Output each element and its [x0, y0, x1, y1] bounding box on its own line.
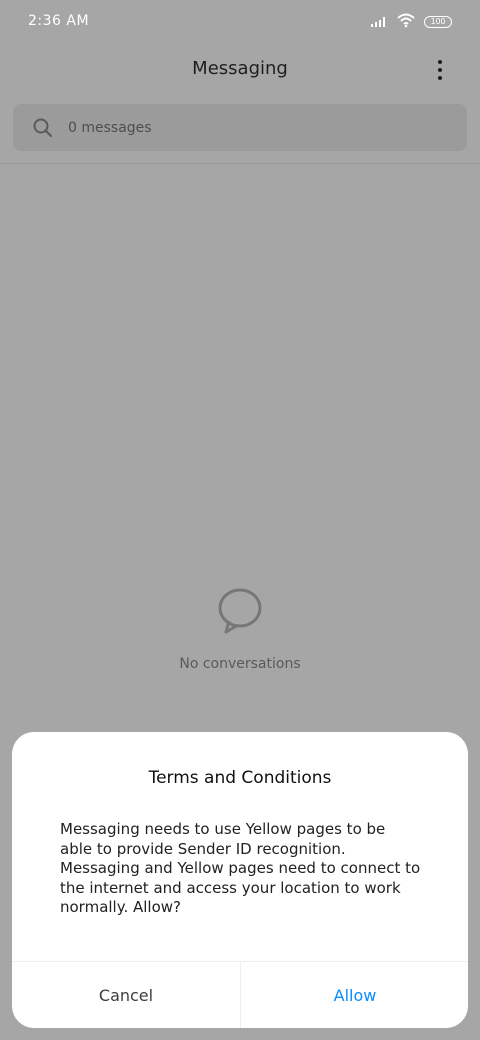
dialog-actions: Cancel Allow — [12, 961, 468, 1028]
battery-level: 100 — [430, 17, 446, 26]
search-input[interactable] — [68, 117, 448, 139]
status-time: 2:36 AM — [28, 13, 90, 29]
more-options-button[interactable] — [424, 54, 456, 86]
more-dot-icon — [438, 76, 442, 80]
cancel-button[interactable]: Cancel — [12, 962, 240, 1028]
wifi-icon — [396, 12, 416, 32]
dialog-body: Messaging needs to use Yellow pages to b… — [60, 820, 421, 916]
search-bar[interactable] — [13, 104, 467, 151]
allow-button[interactable]: Allow — [241, 962, 468, 1028]
signal-icon — [370, 13, 388, 32]
terms-dialog: Terms and Conditions Messaging needs to … — [12, 732, 468, 1028]
app-header: Messaging — [0, 46, 480, 96]
page-title: Messaging — [192, 58, 288, 79]
battery-indicator: 100 — [424, 16, 452, 28]
header-divider — [0, 163, 480, 164]
chat-bubble-icon — [214, 586, 266, 638]
empty-state: No conversations — [0, 586, 480, 686]
status-icons: 100 — [370, 12, 452, 32]
empty-state-label: No conversations — [179, 656, 301, 672]
status-bar: 2:36 AM 100 — [0, 0, 480, 42]
more-dot-icon — [438, 60, 442, 64]
more-dot-icon — [438, 68, 442, 72]
dialog-title: Terms and Conditions — [148, 768, 332, 788]
search-icon — [32, 117, 54, 139]
